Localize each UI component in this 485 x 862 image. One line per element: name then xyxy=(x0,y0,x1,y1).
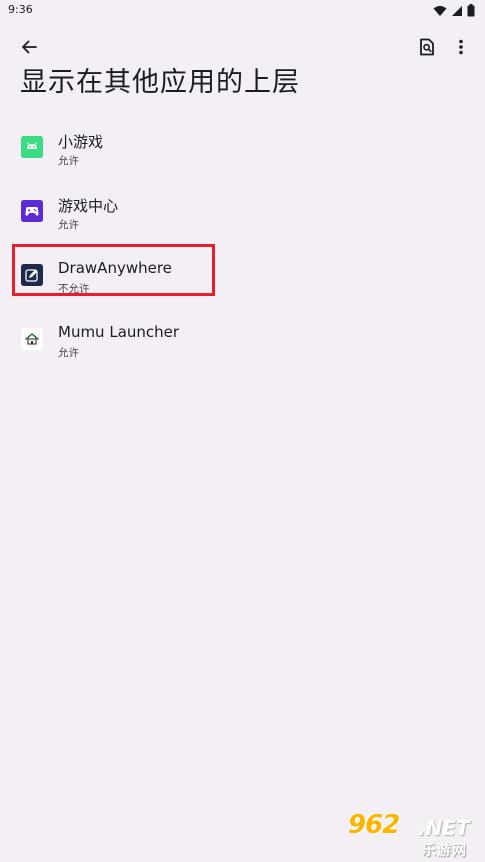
list-item-mini-game[interactable]: 小游戏 允许 xyxy=(0,114,485,178)
status-time: 9:36 xyxy=(8,3,33,16)
app-name: 小游戏 xyxy=(58,133,104,151)
watermark-number: 962 xyxy=(348,810,400,840)
back-button[interactable] xyxy=(14,32,44,62)
status-icons xyxy=(433,4,475,17)
list-item-mumu-launcher[interactable]: Mumu Launcher 允许 xyxy=(0,306,485,370)
gamepad-icon xyxy=(21,200,43,222)
watermark-suffix: .NET xyxy=(418,816,470,840)
more-vert-icon xyxy=(459,39,463,55)
toolbar xyxy=(0,28,485,64)
draw-icon xyxy=(21,264,43,286)
more-options-button[interactable] xyxy=(446,32,476,62)
app-name: Mumu Launcher xyxy=(58,323,180,341)
list-item-game-center[interactable]: 游戏中心 允许 xyxy=(0,178,485,242)
android-icon xyxy=(21,136,43,158)
signal-icon xyxy=(452,5,462,16)
watermark-site: 乐游网 xyxy=(422,843,467,859)
app-name: 游戏中心 xyxy=(58,197,119,215)
status-bar: 9:36 xyxy=(0,0,485,22)
app-permission-status: 允许 xyxy=(58,347,79,359)
arrow-back-icon xyxy=(22,40,37,54)
wifi-icon xyxy=(433,5,447,16)
search-page-icon xyxy=(420,38,434,56)
page-title: 显示在其他应用的上层 xyxy=(20,67,300,98)
list-item-drawanywhere[interactable]: DrawAnywhere 不允许 xyxy=(0,242,485,306)
app-list: 小游戏 允许 游戏中心 允许 DrawAnywhere 不允许 Mumu Lau… xyxy=(0,114,485,370)
home-icon xyxy=(21,328,43,350)
battery-icon xyxy=(467,4,475,17)
watermark-logo: 962 .NET 乐游网 xyxy=(346,810,480,859)
search-settings-button[interactable] xyxy=(412,32,442,62)
app-permission-status: 允许 xyxy=(58,219,79,231)
app-permission-status: 不允许 xyxy=(58,283,90,295)
app-name: DrawAnywhere xyxy=(58,259,172,277)
app-permission-status: 允许 xyxy=(58,155,79,167)
